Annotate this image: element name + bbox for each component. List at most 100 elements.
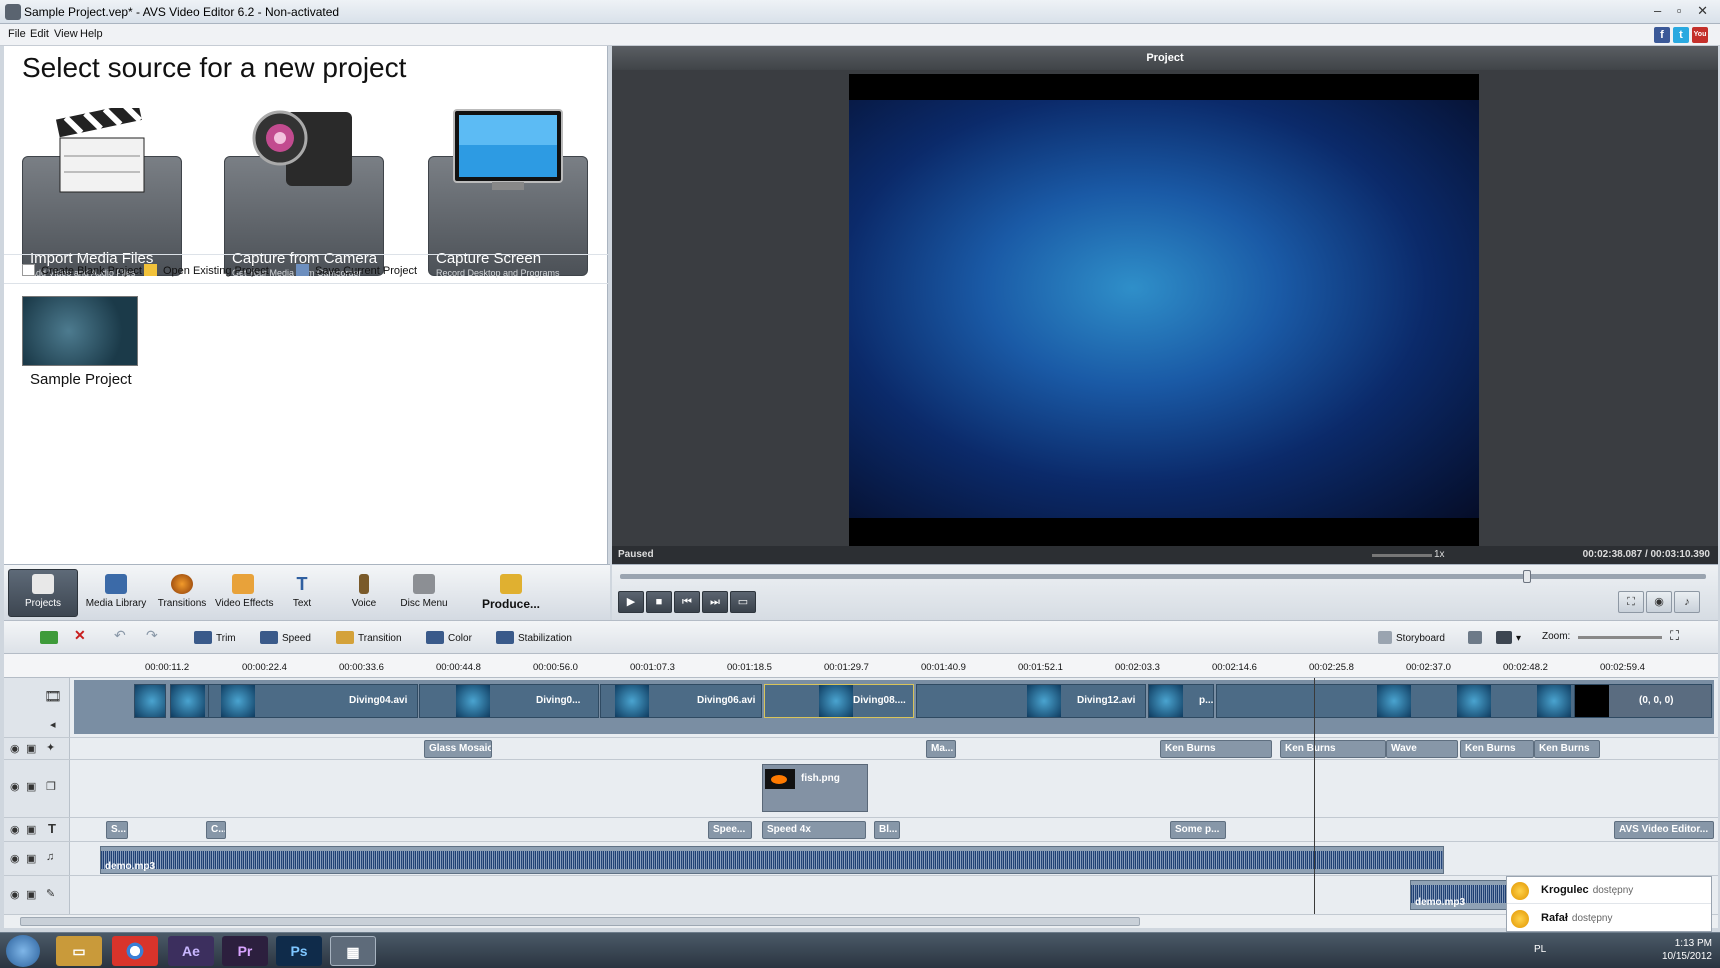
effect-block[interactable]: Ken Burns: [1534, 740, 1600, 758]
text-block[interactable]: Some p...: [1170, 821, 1226, 839]
menu-view[interactable]: View: [54, 28, 78, 40]
text-block[interactable]: S...: [106, 821, 128, 839]
visibility-eye-icon[interactable]: ◉: [10, 780, 20, 793]
import-media-button[interactable]: Import Media Files Add Video and Audio F…: [22, 102, 182, 278]
avs-video-editor-icon[interactable]: ▦: [330, 936, 376, 966]
language-indicator[interactable]: PL: [1534, 944, 1546, 955]
undo-icon[interactable]: ↶: [114, 627, 126, 644]
delete-icon[interactable]: ✕: [74, 627, 86, 644]
timeline-ruler[interactable]: 00:00:11.2 00:00:22.4 00:00:33.6 00:00:4…: [4, 654, 1718, 678]
sample-project-thumbnail[interactable]: [22, 296, 138, 366]
video-clip[interactable]: p...: [1148, 684, 1214, 718]
redo-icon[interactable]: ↷: [146, 627, 158, 644]
preview-mode-button[interactable]: ▭: [730, 591, 756, 613]
effect-block[interactable]: Ken Burns: [1160, 740, 1272, 758]
transition-button[interactable]: Transition: [336, 631, 402, 644]
sample-project-label[interactable]: Sample Project: [30, 371, 132, 388]
lock-icon[interactable]: ▣: [26, 742, 36, 755]
video-clip[interactable]: Diving0...: [419, 684, 599, 718]
next-frame-button[interactable]: ⏭: [702, 591, 728, 613]
video-clip[interactable]: (0, 0, 0): [1574, 684, 1712, 718]
previous-frame-button[interactable]: ⏮: [674, 591, 700, 613]
visibility-eye-icon[interactable]: ◉: [10, 823, 20, 836]
voice-record-icon[interactable]: [1468, 631, 1486, 644]
text-block[interactable]: AVS Video Editor...: [1614, 821, 1714, 839]
twitter-icon[interactable]: t: [1673, 27, 1689, 43]
text-block[interactable]: Speed 4x: [762, 821, 866, 839]
after-effects-icon[interactable]: Ae: [168, 936, 214, 966]
lock-icon[interactable]: ▣: [26, 888, 36, 901]
lock-icon[interactable]: ▣: [26, 852, 36, 865]
media-library-button[interactable]: Media Library: [82, 569, 150, 617]
clock[interactable]: 1:13 PM 10/15/2012: [1662, 937, 1712, 963]
contact-row[interactable]: Krogulec dostępny: [1507, 877, 1711, 904]
button-label: Disc Menu: [400, 598, 448, 609]
start-button[interactable]: [6, 935, 40, 967]
youtube-icon[interactable]: You: [1692, 27, 1708, 43]
speed-button[interactable]: Speed: [260, 631, 311, 644]
voice-button[interactable]: Voice: [338, 569, 390, 617]
seek-bar[interactable]: [620, 570, 1706, 583]
scrollbar-thumb[interactable]: [20, 917, 1140, 926]
disc-menu-button[interactable]: Disc Menu: [394, 569, 454, 617]
menu-edit[interactable]: Edit: [30, 28, 49, 40]
open-existing-project-link[interactable]: Open Existing Project: [144, 264, 269, 277]
visibility-eye-icon[interactable]: ◉: [10, 852, 20, 865]
text-button[interactable]: T Text: [276, 569, 328, 617]
visibility-eye-icon[interactable]: ◉: [10, 888, 20, 901]
capture-screen-button[interactable]: Capture Screen Record Desktop and Progra…: [428, 102, 588, 278]
zoom-slider[interactable]: [1578, 636, 1662, 639]
video-clip[interactable]: Diving04.avi: [208, 684, 418, 718]
fullscreen-preview-icon[interactable]: ⛶: [1618, 591, 1644, 613]
effect-block[interactable]: Glass Mosaic: [424, 740, 492, 758]
timeline-scrollbar[interactable]: [4, 914, 1718, 928]
create-blank-project-link[interactable]: Create Blank Project: [22, 264, 142, 277]
menu-help[interactable]: Help: [80, 28, 103, 40]
lock-icon[interactable]: ▣: [26, 780, 36, 793]
play-button[interactable]: ▶: [618, 591, 644, 613]
effect-block[interactable]: Ken Burns: [1460, 740, 1534, 758]
video-clip[interactable]: [134, 684, 166, 718]
capture-camera-button[interactable]: Capture from Camera Get Your Media from …: [224, 102, 384, 278]
stabilization-button[interactable]: Stabilization: [496, 631, 572, 644]
text-block[interactable]: Spee...: [708, 821, 752, 839]
stop-button[interactable]: ■: [646, 591, 672, 613]
transitions-icon: [171, 574, 193, 594]
text-block[interactable]: Bl...: [874, 821, 900, 839]
video-clip[interactable]: Diving06.avi: [600, 684, 762, 718]
monitor-dropdown-icon[interactable]: ▾: [1496, 631, 1521, 644]
overlay-clip[interactable]: fish.png: [762, 764, 868, 812]
transitions-button[interactable]: Transitions: [154, 569, 210, 617]
volume-icon[interactable]: ♪: [1674, 591, 1700, 613]
effect-block[interactable]: Ma...: [926, 740, 956, 758]
lock-icon[interactable]: ▣: [26, 823, 36, 836]
insert-clip-icon[interactable]: [40, 631, 62, 644]
playhead[interactable]: [1314, 678, 1315, 914]
text-block[interactable]: C...: [206, 821, 226, 839]
explorer-icon[interactable]: ▭: [56, 936, 102, 966]
save-current-project-link[interactable]: Save Current Project: [296, 264, 417, 277]
snapshot-camera-icon[interactable]: ◉: [1646, 591, 1672, 613]
video-effects-button[interactable]: Video Effects: [214, 569, 274, 617]
window-controls[interactable]: – ▫ ✕: [1654, 3, 1714, 19]
color-button[interactable]: Color: [426, 631, 472, 644]
chrome-icon[interactable]: [112, 936, 158, 966]
menu-file[interactable]: File: [8, 28, 26, 40]
video-clip[interactable]: Diving12.avi: [916, 684, 1146, 718]
visibility-eye-icon[interactable]: ◉: [10, 742, 20, 755]
fit-timeline-icon[interactable]: ⛶: [1670, 628, 1679, 644]
contact-row[interactable]: Rafał dostępny: [1507, 905, 1711, 932]
video-clip[interactable]: Diving08....: [764, 684, 914, 718]
storyboard-toggle[interactable]: Storyboard: [1378, 631, 1445, 644]
effect-block[interactable]: Ken Burns: [1280, 740, 1386, 758]
rate-slider[interactable]: [1372, 554, 1432, 557]
facebook-icon[interactable]: f: [1654, 27, 1670, 43]
effect-block[interactable]: Wave: [1386, 740, 1458, 758]
premiere-icon[interactable]: Pr: [222, 936, 268, 966]
seek-thumb[interactable]: [1522, 570, 1531, 583]
projects-button[interactable]: Projects: [8, 569, 78, 617]
trim-button[interactable]: Trim: [194, 631, 236, 644]
produce-button[interactable]: Produce...: [462, 569, 560, 617]
photoshop-icon[interactable]: Ps: [276, 936, 322, 966]
audio-clip[interactable]: demo.mp3: [100, 846, 1444, 874]
